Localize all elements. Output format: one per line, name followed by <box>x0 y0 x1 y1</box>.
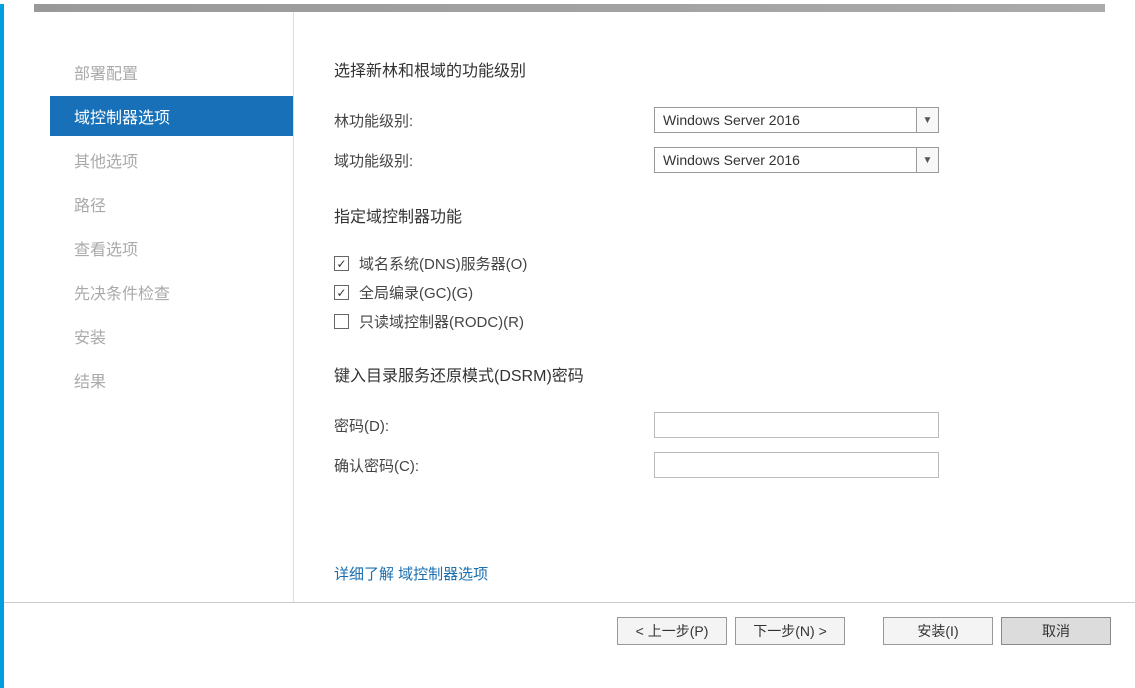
sidebar-item-paths[interactable]: 路径 <box>62 184 293 224</box>
dns-label: 域名系统(DNS)服务器(O) <box>359 253 527 274</box>
main-container: 部署配置 域控制器选项 其他选项 路径 查看选项 先决条件检查 安装 结果 选择… <box>4 12 1135 602</box>
sidebar-item-install[interactable]: 安装 <box>62 316 293 356</box>
learn-more-link[interactable]: 详细了解 域控制器选项 <box>334 563 488 584</box>
password-row: 密码(D): <box>334 412 1135 438</box>
section-dsrm-title: 键入目录服务还原模式(DSRM)密码 <box>334 362 1135 386</box>
section-dc-capabilities-title: 指定域控制器功能 <box>334 203 1135 227</box>
top-divider <box>34 4 1105 12</box>
domain-level-value: Windows Server 2016 <box>655 148 916 172</box>
password-input[interactable] <box>654 412 939 438</box>
next-button[interactable]: 下一步(N) > <box>735 617 845 645</box>
content-panel: 选择新林和根域的功能级别 林功能级别: Windows Server 2016 … <box>294 12 1135 602</box>
dns-checkbox-row[interactable]: 域名系统(DNS)服务器(O) <box>334 253 1135 274</box>
rodc-label: 只读域控制器(RODC)(R) <box>359 311 524 332</box>
sidebar-item-prereq-check[interactable]: 先决条件检查 <box>62 272 293 312</box>
sidebar: 部署配置 域控制器选项 其他选项 路径 查看选项 先决条件检查 安装 结果 <box>4 12 294 602</box>
gc-checkbox[interactable] <box>334 285 349 300</box>
rodc-checkbox[interactable] <box>334 314 349 329</box>
rodc-checkbox-row[interactable]: 只读域控制器(RODC)(R) <box>334 311 1135 332</box>
sidebar-item-review[interactable]: 查看选项 <box>62 228 293 268</box>
confirm-password-label: 确认密码(C): <box>334 455 654 476</box>
confirm-password-row: 确认密码(C): <box>334 452 1135 478</box>
section-functional-level-title: 选择新林和根域的功能级别 <box>334 57 1135 81</box>
gc-checkbox-row[interactable]: 全局编录(GC)(G) <box>334 282 1135 303</box>
gc-label: 全局编录(GC)(G) <box>359 282 473 303</box>
domain-level-select[interactable]: Windows Server 2016 ▼ <box>654 147 939 173</box>
confirm-password-input[interactable] <box>654 452 939 478</box>
cancel-button[interactable]: 取消 <box>1001 617 1111 645</box>
sidebar-item-other-options[interactable]: 其他选项 <box>62 140 293 180</box>
forest-level-select[interactable]: Windows Server 2016 ▼ <box>654 107 939 133</box>
prev-button[interactable]: < 上一步(P) <box>617 617 727 645</box>
sidebar-item-dc-options[interactable]: 域控制器选项 <box>50 96 293 136</box>
install-button[interactable]: 安装(I) <box>883 617 993 645</box>
chevron-down-icon: ▼ <box>916 108 938 132</box>
footer: < 上一步(P) 下一步(N) > 安装(I) 取消 <box>4 602 1135 645</box>
sidebar-item-results[interactable]: 结果 <box>62 360 293 400</box>
domain-level-label: 域功能级别: <box>334 150 654 171</box>
chevron-down-icon: ▼ <box>916 148 938 172</box>
forest-level-row: 林功能级别: Windows Server 2016 ▼ <box>334 107 1135 133</box>
password-label: 密码(D): <box>334 415 654 436</box>
domain-level-row: 域功能级别: Windows Server 2016 ▼ <box>334 147 1135 173</box>
forest-level-value: Windows Server 2016 <box>655 108 916 132</box>
sidebar-item-deploy-config[interactable]: 部署配置 <box>62 52 293 92</box>
dns-checkbox[interactable] <box>334 256 349 271</box>
forest-level-label: 林功能级别: <box>334 110 654 131</box>
